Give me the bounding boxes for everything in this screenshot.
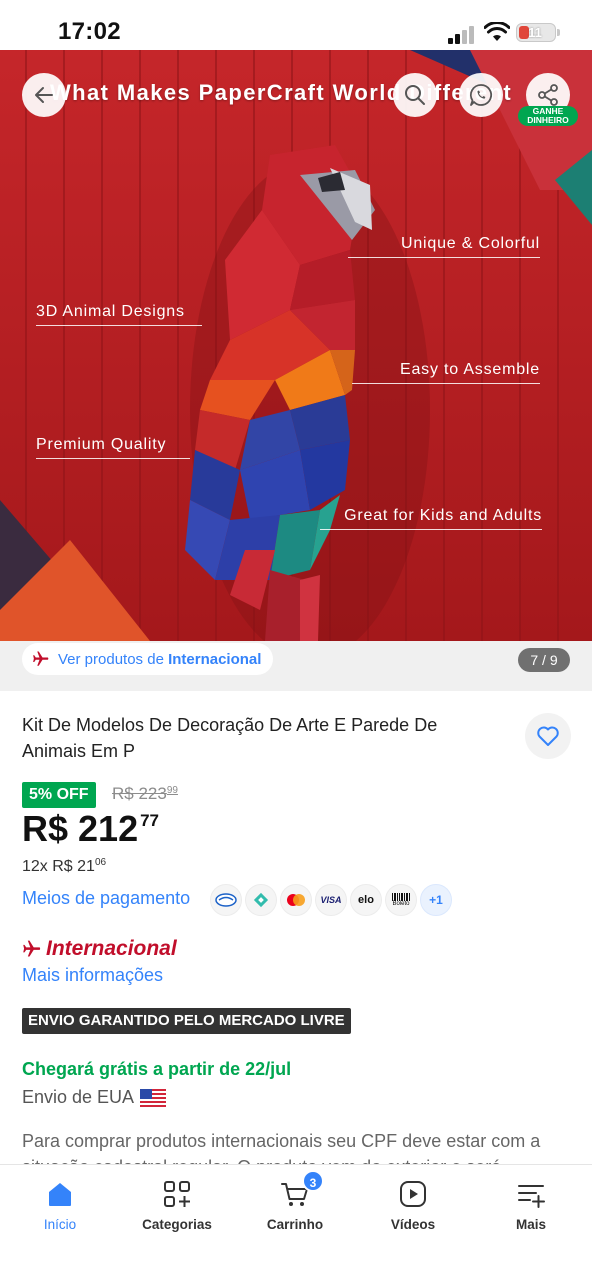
discount-badge: 5% OFF (22, 782, 96, 808)
nav-label: Carrinho (266, 1217, 324, 1232)
hero-headline: What Makes PaperCraft World Different (50, 80, 513, 105)
feature-label: Great for Kids and Adults (320, 507, 542, 530)
product-image[interactable]: What Makes PaperCraft World Different Un… (0, 50, 592, 641)
categories-icon (164, 1181, 190, 1207)
boleto-icon: Boleto (385, 884, 417, 916)
nav-item-videos[interactable]: Vídeos (354, 1165, 472, 1245)
parrot-illustration (0, 50, 592, 641)
battery-icon: 11 (516, 23, 556, 42)
nav-label: Categorias (142, 1217, 212, 1232)
nav-item-home[interactable]: Início (1, 1165, 119, 1245)
bottom-nav: Início Categorias 3 Carrinho Vídeos Mais (0, 1164, 592, 1280)
favorite-button[interactable] (525, 713, 571, 759)
international-badge: Internacional (22, 937, 177, 961)
ship-from: Envio de EUA (22, 1087, 167, 1108)
cart-count-badge: 3 (302, 1170, 324, 1192)
status-time: 17:02 (58, 18, 121, 45)
feature-label: Unique & Colorful (348, 235, 540, 258)
share-icon (538, 84, 558, 106)
whatsapp-icon (470, 84, 493, 106)
international-products-link[interactable]: Ver produtos de Internacional (22, 643, 274, 675)
airplane-icon (23, 940, 41, 957)
image-counter: 7 / 9 (518, 648, 570, 672)
more-payment-methods[interactable]: +1 (420, 884, 452, 916)
whatsapp-button[interactable] (459, 73, 503, 117)
nav-item-categories[interactable]: Categorias (118, 1165, 236, 1245)
nav-label: Vídeos (390, 1217, 436, 1232)
usa-flag-icon (140, 1088, 167, 1107)
heart-icon (537, 726, 559, 746)
nav-item-cart[interactable]: 3 Carrinho (236, 1165, 354, 1245)
more-info-link[interactable]: Mais informações (22, 965, 163, 986)
search-button[interactable] (393, 73, 437, 117)
installments: 12x R$ 2106 (22, 857, 107, 875)
cpf-notice: Para comprar produtos internacionais seu… (22, 1131, 541, 1166)
signal-icon (448, 24, 476, 44)
pix-icon (245, 884, 277, 916)
battery-level: 11 (528, 25, 542, 40)
earn-money-badge[interactable]: GANHE DINHEIRO (518, 106, 578, 126)
feature-label: 3D Animal Designs (36, 303, 202, 326)
product-title: Kit De Modelos De Decoração De Arte E Pa… (22, 715, 438, 761)
old-price: R$ 22399 (112, 784, 178, 803)
feature-label: Premium Quality (36, 436, 190, 459)
payment-icons[interactable]: VISA elo Boleto +1 (210, 884, 452, 916)
nav-label: Mais (515, 1217, 546, 1232)
airplane-icon (33, 651, 49, 666)
price: R$ 212 77 (22, 808, 160, 849)
home-icon (49, 1183, 71, 1206)
mercadopago-icon (210, 884, 242, 916)
intl-link-bold: Internacional (168, 650, 262, 668)
nav-label: Início (43, 1217, 77, 1232)
wifi-icon (484, 22, 510, 41)
gallery-strip: Ver produtos de Internacional 7 / 9 (0, 641, 592, 691)
arrow-left-icon (35, 87, 53, 103)
search-icon (405, 85, 425, 105)
intl-link-prefix: Ver produtos de (58, 650, 169, 668)
mastercard-icon (280, 884, 312, 916)
visa-icon: VISA (315, 884, 347, 916)
play-icon (400, 1181, 426, 1207)
payment-methods-link[interactable]: Meios de pagamento (22, 888, 190, 909)
menu-plus-icon (518, 1185, 545, 1208)
guarantee-badge: ENVIO GARANTIDO PELO MERCADO LIVRE (22, 1008, 351, 1034)
back-button[interactable] (22, 73, 66, 117)
nav-item-more[interactable]: Mais (472, 1165, 590, 1245)
status-bar: 17:02 11 (0, 0, 592, 50)
feature-label: Easy to Assemble (352, 361, 540, 384)
elo-icon: elo (350, 884, 382, 916)
arrival-date: Chegará grátis a partir de 22/jul (22, 1059, 292, 1079)
